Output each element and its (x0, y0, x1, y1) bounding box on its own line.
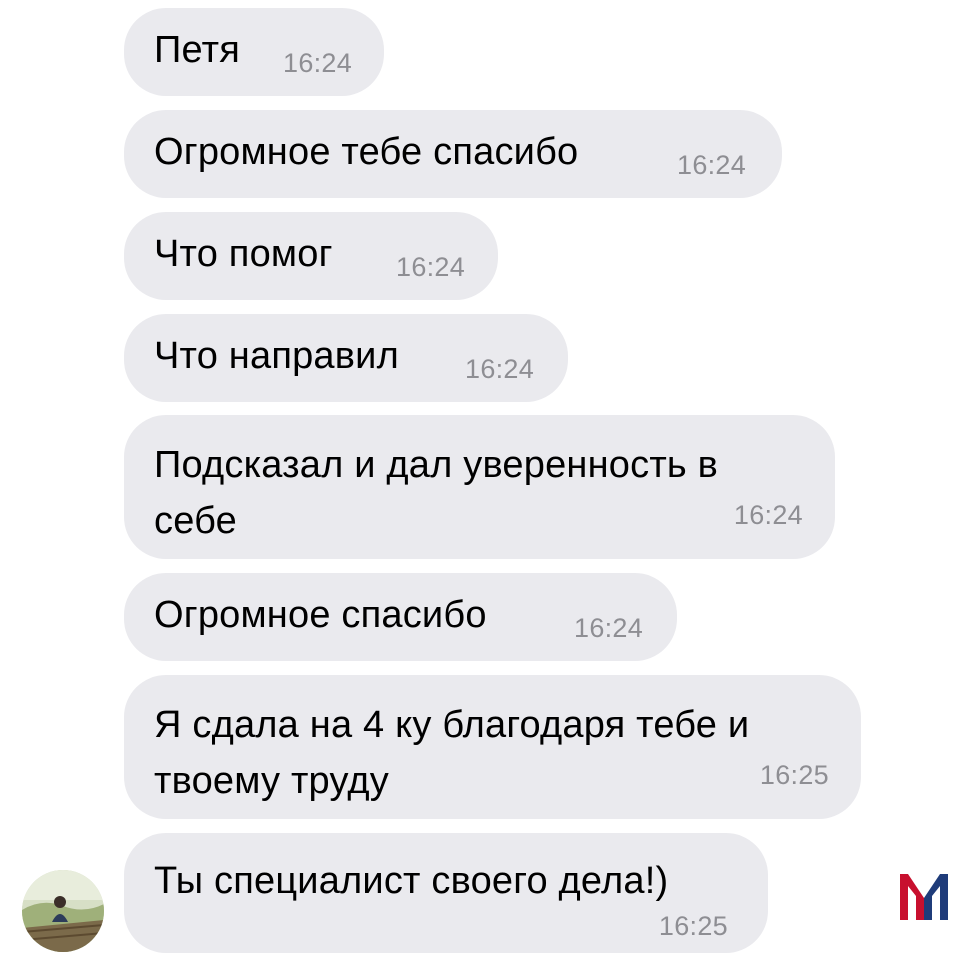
message-bubble[interactable]: Подсказал и дал уверенность в себе 16:24 (124, 415, 835, 559)
message-bubble[interactable]: Что помог 16:24 (124, 212, 498, 300)
message-time: 16:24 (733, 500, 803, 530)
contact-avatar[interactable] (22, 870, 104, 952)
message-text: Ты специалист своего дела!) (154, 860, 669, 902)
message-text: Я сдала на 4 ку благодаря тебе и твоему … (154, 697, 749, 809)
message-time: 16:24 (574, 613, 644, 643)
message-text: Что направил (154, 335, 399, 377)
avatar-image (22, 870, 104, 952)
message-bubble[interactable]: Ты специалист своего дела!) 16:25 (124, 833, 768, 953)
message-text: Что помог (154, 233, 333, 275)
message-text-line: себе (154, 500, 237, 542)
message-bubble[interactable]: Огромное спасибо 16:24 (124, 573, 677, 661)
message-time: 16:24 (283, 48, 353, 78)
message-time: 16:24 (677, 150, 747, 180)
message-text-line: твоему труду (154, 760, 389, 802)
message-time: 16:24 (396, 252, 466, 282)
message-text: Петя (154, 29, 240, 71)
message-text-line: Я сдала на 4 ку благодаря тебе и (154, 704, 750, 746)
message-text: Огромное спасибо (154, 594, 487, 636)
message-time: 16:25 (658, 911, 728, 941)
message-text: Огромное тебе спасибо (154, 131, 579, 173)
message-time: 16:24 (465, 354, 535, 384)
message-bubble[interactable]: Я сдала на 4 ку благодаря тебе и твоему … (124, 675, 861, 819)
message-text: Подсказал и дал уверенность в себе (154, 437, 718, 549)
message-text-line: Подсказал и дал уверенность в (154, 444, 719, 486)
message-bubble[interactable]: Что направил 16:24 (124, 314, 568, 402)
m-logo-icon (896, 868, 952, 920)
message-bubble[interactable]: Петя 16:24 (124, 8, 384, 96)
message-time: 16:25 (759, 760, 829, 790)
message-bubble[interactable]: Огромное тебе спасибо 16:24 (124, 110, 782, 198)
